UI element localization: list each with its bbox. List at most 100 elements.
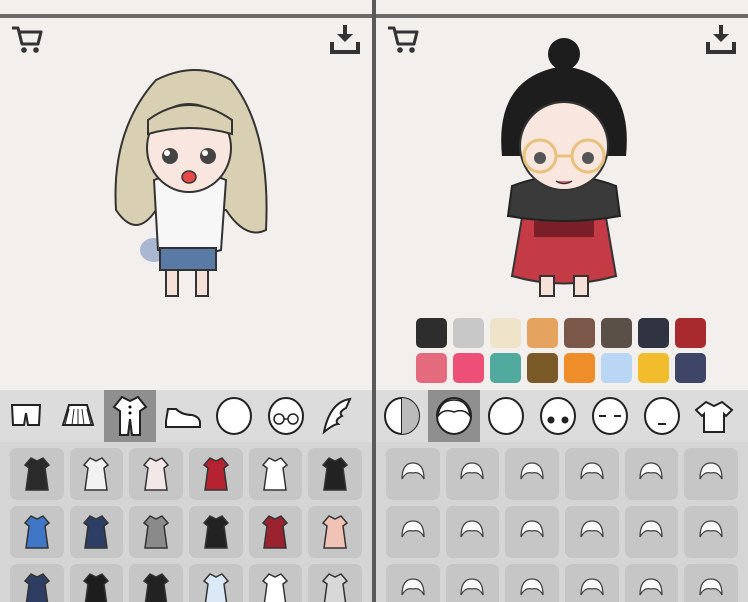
color-swatch[interactable]: [675, 353, 706, 383]
item-cell[interactable]: [129, 448, 183, 500]
cart-icon[interactable]: [386, 22, 420, 56]
item-cell[interactable]: [308, 448, 362, 500]
item-cell[interactable]: [129, 564, 183, 602]
tab-face[interactable]: [208, 390, 260, 442]
color-swatch[interactable]: [416, 353, 447, 383]
item-cell[interactable]: [386, 448, 440, 500]
hair-style-13-icon: [401, 578, 425, 596]
tab-jumpsuit[interactable]: [104, 390, 156, 442]
peach-coat-icon: [322, 515, 349, 549]
face-icon: [216, 397, 252, 435]
item-cell[interactable]: [69, 506, 124, 558]
hair-style-6-icon: [699, 462, 723, 480]
hair-style-16-icon: [580, 578, 604, 596]
item-cell[interactable]: [684, 506, 738, 558]
item-cell[interactable]: [445, 448, 500, 500]
item-cell[interactable]: [308, 506, 362, 558]
color-swatch[interactable]: [453, 318, 484, 348]
item-cell[interactable]: [445, 564, 500, 602]
item-cell[interactable]: [189, 564, 243, 602]
maroon-dress-icon: [262, 515, 289, 549]
color-swatch[interactable]: [564, 353, 595, 383]
item-cell[interactable]: [684, 564, 738, 602]
color-swatch[interactable]: [527, 353, 558, 383]
shorts-icon: [10, 404, 42, 426]
top-divider: [376, 14, 748, 18]
top-divider: [0, 14, 372, 18]
color-swatch[interactable]: [564, 318, 595, 348]
tab-head[interactable]: [480, 390, 532, 442]
item-cell[interactable]: [129, 506, 183, 558]
item-cell[interactable]: [189, 448, 243, 500]
item-cell[interactable]: [386, 506, 440, 558]
sailor-dress-icon: [262, 457, 289, 491]
color-swatch[interactable]: [490, 318, 521, 348]
tab-eyes[interactable]: [532, 390, 584, 442]
tab-skirt[interactable]: [52, 390, 104, 442]
color-swatch[interactable]: [490, 353, 521, 383]
mouth-icon: [644, 397, 680, 435]
item-cell[interactable]: [308, 564, 362, 602]
item-cell[interactable]: [684, 448, 738, 500]
blue-kimono-icon: [23, 515, 50, 549]
item-cell[interactable]: [69, 564, 124, 602]
color-swatch[interactable]: [638, 318, 669, 348]
item-cell[interactable]: [505, 448, 559, 500]
item-cell[interactable]: [624, 506, 679, 558]
item-cell[interactable]: [386, 564, 440, 602]
item-grid: [0, 442, 372, 602]
item-cell[interactable]: [445, 506, 500, 558]
hair-style-7-icon: [401, 520, 425, 538]
download-icon[interactable]: [328, 22, 362, 56]
skirt-icon: [61, 404, 95, 426]
hair-style-10-icon: [580, 520, 604, 538]
tab-hair[interactable]: [428, 390, 480, 442]
color-swatch[interactable]: [601, 318, 632, 348]
item-cell[interactable]: [505, 506, 559, 558]
tab-skin[interactable]: [376, 390, 428, 442]
hair-style-15-icon: [520, 578, 544, 596]
cart-icon[interactable]: [10, 22, 44, 56]
hair-style-4-icon: [580, 462, 604, 480]
hair-style-18-icon: [699, 578, 723, 596]
item-cell[interactable]: [248, 448, 303, 500]
pink-dress-icon: [143, 457, 170, 491]
color-swatch[interactable]: [675, 318, 706, 348]
head-icon: [488, 397, 524, 435]
tab-clothes[interactable]: [688, 390, 740, 442]
item-cell[interactable]: [10, 448, 64, 500]
tab-eyebrows[interactable]: [584, 390, 636, 442]
color-swatch[interactable]: [638, 353, 669, 383]
item-cell[interactable]: [565, 506, 619, 558]
download-icon[interactable]: [704, 22, 738, 56]
navy-coat-icon: [23, 573, 50, 602]
color-swatch[interactable]: [527, 318, 558, 348]
item-cell[interactable]: [248, 506, 303, 558]
tab-glasses[interactable]: [260, 390, 312, 442]
gray-coat-icon: [322, 573, 349, 602]
item-cell[interactable]: [189, 506, 243, 558]
tab-mouth[interactable]: [636, 390, 688, 442]
color-swatch[interactable]: [416, 318, 447, 348]
item-cell[interactable]: [565, 564, 619, 602]
navy-tshirt-icon: [83, 515, 110, 549]
item-cell[interactable]: [248, 564, 303, 602]
hair-style-11-icon: [639, 520, 664, 538]
item-cell[interactable]: [10, 564, 64, 602]
item-cell[interactable]: [565, 448, 619, 500]
color-swatch[interactable]: [601, 353, 632, 383]
item-cell[interactable]: [624, 448, 679, 500]
tab-shoes[interactable]: [156, 390, 208, 442]
jumpsuit-icon: [112, 395, 148, 436]
shoe-icon: [165, 408, 201, 428]
tab-wings[interactable]: [312, 390, 364, 442]
item-cell[interactable]: [505, 564, 559, 602]
glasses-icon: [268, 397, 304, 435]
item-cell[interactable]: [10, 506, 64, 558]
hair-style-5-icon: [639, 462, 664, 480]
color-swatch[interactable]: [453, 353, 484, 383]
tab-shorts[interactable]: [0, 390, 52, 442]
item-cell[interactable]: [624, 564, 679, 602]
hair-style-2-icon: [460, 462, 485, 480]
item-cell[interactable]: [69, 448, 124, 500]
